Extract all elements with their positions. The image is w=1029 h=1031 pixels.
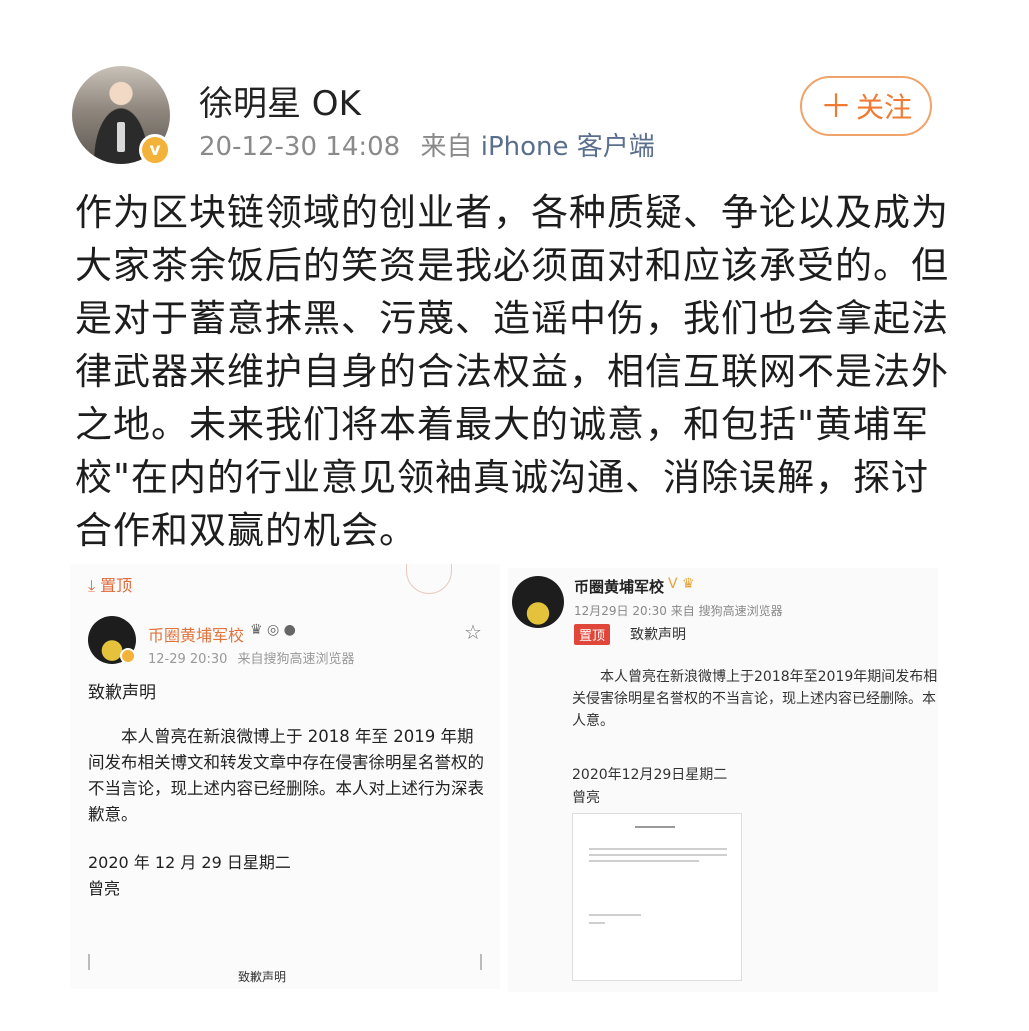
timestamp: 20-12-30 14:08: [199, 132, 401, 162]
statement-title: 致歉声明: [630, 627, 686, 643]
account-avatar: [512, 576, 564, 628]
account-name: 币圈黄埔军校: [148, 626, 245, 645]
statement-body: 本人曾亮在新浪微博上于 2018 年至 2019 年期间发布相关博文和转发文章中…: [88, 724, 488, 828]
document-line: [589, 854, 727, 856]
username[interactable]: 徐明星 OK: [199, 76, 361, 125]
post-meta: 12-29 20:30 来自搜狗高速浏览器: [148, 648, 355, 667]
divider: [88, 954, 90, 970]
source-prefix: 来自: [420, 132, 473, 162]
verified-badge-icon: [120, 648, 136, 664]
document-thumbnail[interactable]: [572, 813, 742, 981]
vip-badge-icon: V ♛: [668, 576, 695, 592]
statement-title: 致歉声明: [88, 683, 156, 703]
screenshot-image-left[interactable]: ⤓ 置顶 币圈黄埔军校 ♛ ◎ ● ☆ 12-29 20:30 来自搜狗高速浏览…: [70, 564, 500, 989]
post-text: 作为区块链领域的创业者，各种质疑、争论以及成为大家茶余饭后的笑资是我必须面对和应…: [75, 191, 949, 552]
plus-icon: ＋: [819, 87, 852, 125]
post-meta: 12月29日 20:30 来自 搜狗高速浏览器: [574, 604, 783, 618]
document-line: [589, 922, 605, 924]
follow-label: 关注: [856, 91, 913, 124]
source: 来自搜狗高速浏览器: [237, 652, 355, 667]
statement-body: 本人曾亮在新浪微博上于2018年至2019年期间发布相关侵害徐明星名誉权的不当言…: [572, 666, 938, 732]
star-icon: ☆: [464, 620, 482, 644]
statement-text: 本人曾亮在新浪微博上于 2018 年至 2019 年期间发布相关博文和转发文章中…: [88, 727, 484, 824]
divider: [480, 954, 482, 970]
follow-button[interactable]: ＋ 关注: [800, 76, 932, 136]
attachment-caption: 致歉声明: [238, 970, 287, 984]
statement-signature: 曾亮: [88, 879, 121, 898]
document-line: [589, 860, 699, 862]
badge-icons: ♛ ◎ ●: [250, 622, 296, 638]
source-name[interactable]: iPhone 客户端: [481, 132, 655, 162]
document-line: [589, 848, 727, 850]
verified-badge-icon: v: [139, 134, 171, 166]
timestamp: 12-29 20:30: [148, 652, 228, 667]
statement-date: 2020年12月29日星期二: [572, 767, 728, 783]
screenshot-image-right[interactable]: 币圈黄埔军校 V ♛ 12月29日 20:30 来自 搜狗高速浏览器 置顶 致歉…: [508, 568, 938, 992]
pin-icon: ⤓: [88, 576, 96, 595]
statement-text: 本人曾亮在新浪微博上于2018年至2019年期间发布相关侵害徐明星名誉权的不当言…: [572, 669, 938, 729]
stamp-decoration: [406, 564, 452, 594]
document-line: [589, 914, 641, 916]
post-meta: 20-12-30 14:08 来自 iPhone 客户端: [199, 126, 655, 163]
document-title-line: [635, 826, 675, 828]
account-name: 币圈黄埔军校: [574, 578, 665, 596]
pin-label: 置顶: [100, 576, 133, 595]
statement-signature: 曾亮: [572, 790, 600, 806]
pin-row: ⤓ 置顶: [88, 572, 132, 596]
pin-label: 置顶: [574, 624, 611, 645]
statement-date: 2020 年 12 月 29 日星期二: [88, 853, 291, 872]
